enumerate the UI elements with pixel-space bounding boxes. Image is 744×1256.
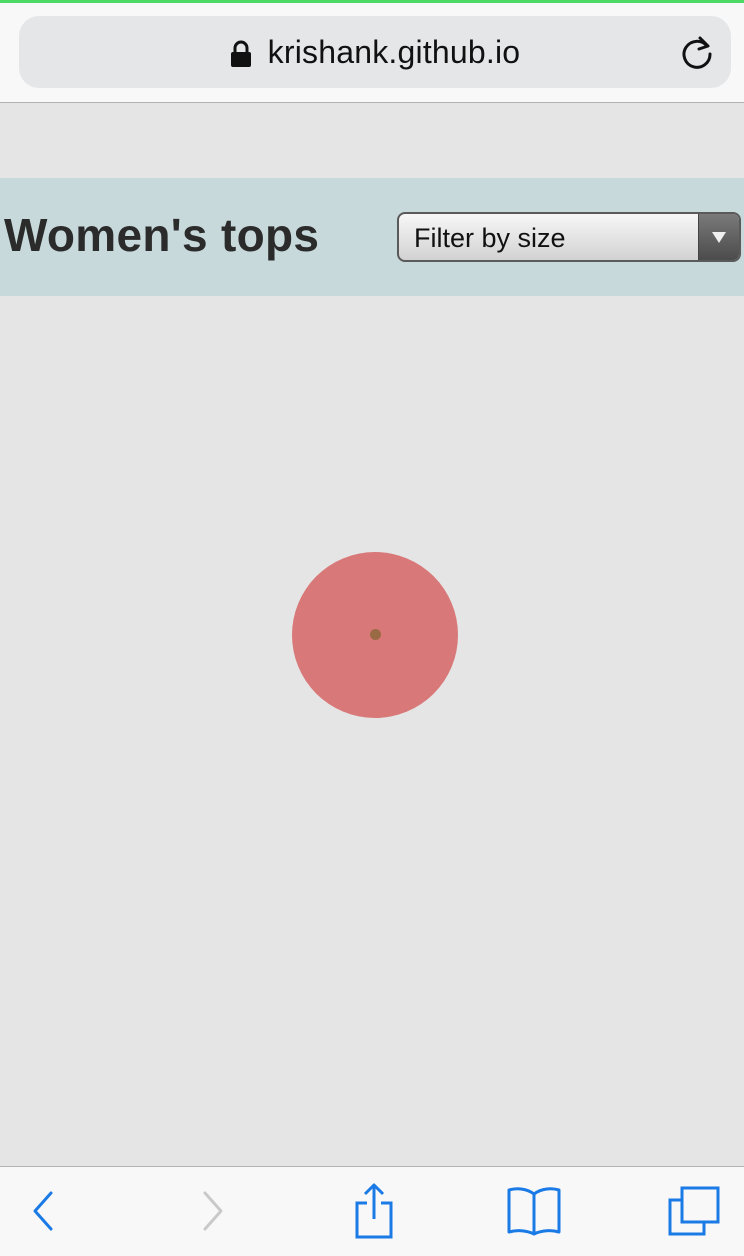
browser-address-bar: krishank.github.io <box>0 0 744 103</box>
bookmarks-icon[interactable] <box>504 1183 564 1239</box>
loading-indicator-dot <box>370 629 381 640</box>
page-header: Women's tops Filter by size <box>0 178 744 296</box>
reload-icon[interactable] <box>679 34 715 70</box>
back-icon[interactable] <box>14 1183 74 1239</box>
share-icon[interactable] <box>344 1183 404 1239</box>
forward-icon[interactable] <box>182 1183 242 1239</box>
tabs-icon[interactable] <box>664 1183 724 1239</box>
lock-icon <box>230 40 252 68</box>
chevron-down-icon <box>698 214 739 260</box>
url-field[interactable]: krishank.github.io <box>19 16 731 88</box>
browser-toolbar <box>0 1166 744 1256</box>
page-title: Women's tops <box>4 209 320 261</box>
filter-by-size-selected-value: Filter by size <box>414 223 566 253</box>
filter-by-size-select[interactable]: Filter by size <box>397 212 741 262</box>
url-text: krishank.github.io <box>267 33 521 70</box>
page-load-progress-bar <box>0 0 744 3</box>
